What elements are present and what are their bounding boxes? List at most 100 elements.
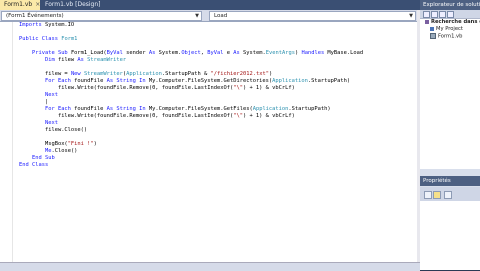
solution-tree: Recherche dans d My Project Form1.vb [420,19,480,169]
code-token: .StartupPath & [161,71,211,77]
code-token: e [223,50,234,56]
code-token: sender [122,50,149,56]
code-token: Next [19,120,58,126]
code-text[interactable]: Imports System.IO Public Class Form1 Pri… [19,22,363,169]
code-line[interactable]: filew.Write(foundFile.Remove(0, foundFil… [19,85,363,92]
code-token: End Class [19,162,49,168]
code-line[interactable] [19,43,363,50]
code-token: ) [93,141,97,147]
code-line[interactable]: Dim filew As StreamWriter [19,57,363,64]
code-token: filew [54,57,78,63]
editor-gutter [0,22,13,262]
properties-toolbar [420,187,480,201]
code-token: .StartupPath) [307,78,351,84]
code-navigation-bar: (Form1 Événements) ▼ Load ▼ [0,10,417,22]
alphabetical-icon[interactable] [433,191,441,199]
code-token: Object [181,50,201,56]
tree-item-label: Form1.vb [438,33,463,40]
properties-title: Propriétés [420,176,480,186]
code-line[interactable]: filew = New StreamWriter(Application.Sta… [19,71,363,78]
code-line[interactable]: Public Class Form1 [19,36,363,43]
chevron-down-icon: ▼ [409,13,413,19]
property-pages-icon[interactable] [444,191,452,199]
show-all-files-icon[interactable] [431,11,438,18]
code-token: "\" [233,85,243,91]
categorized-icon[interactable] [424,191,432,199]
code-token: .StartupPath) [288,106,331,112]
code-token: StreamWriter [83,71,123,77]
code-token: ) + 1) & vbCrLf) [242,85,295,91]
tab-label: Form1.vb [4,1,33,8]
code-token: foundFile [70,106,107,112]
code-token: filew = [19,71,71,77]
code-line[interactable]: filew.Write(foundFile.Remove(0, foundFil… [19,113,363,120]
code-line[interactable]: Me.Close() [19,148,363,155]
code-token: End Sub [19,155,55,161]
code-token: | [19,99,49,105]
code-line[interactable]: Next [19,120,363,127]
view-code-icon[interactable] [447,11,454,18]
code-token: .Close() [51,148,78,154]
code-token: Form1_Load( [70,50,107,56]
method-dropdown[interactable]: Load ▼ [209,11,416,21]
code-token: ) + 1) & vbCrLf) [242,113,295,119]
code-token: Dim [19,57,55,63]
code-line[interactable]: Imports System.IO [19,22,363,29]
solution-tree-item[interactable]: My Project [420,26,480,33]
code-line[interactable]: For Each foundFile As String In My.Compu… [19,106,363,113]
properties-icon[interactable] [423,11,430,18]
code-token: Public Class [19,36,62,42]
tab-form1-vb[interactable]: Form1.vb × [0,0,40,10]
code-line[interactable]: | [19,99,363,106]
code-token: Next [19,92,58,98]
code-line[interactable] [19,29,363,36]
code-token: Me [19,148,52,154]
solution-explorer-toolbar [420,10,480,19]
code-token: As String In [106,78,146,84]
code-token: filew.Write(foundFile.Remove(0, foundFil… [19,85,234,91]
code-line[interactable]: End Class [19,162,363,169]
close-tab-icon[interactable]: × [35,1,40,8]
code-token: My.Computer.FileSystem.GetDirectories( [145,78,273,84]
code-line[interactable] [19,134,363,141]
code-line[interactable]: Next [19,92,363,99]
tree-item-label: Recherche dans d [431,19,480,25]
code-token: New [70,71,81,77]
code-token: System. [239,50,266,56]
properties-grid [420,201,480,270]
code-token: MsgBox( [19,141,68,147]
tab-form1-design[interactable]: Form1.vb [Design] [41,0,101,10]
code-token: "/fichier2012.txt" [210,71,269,77]
code-token: EventArgs [265,50,295,56]
code-token: Handles [301,50,325,56]
solution-tree-item[interactable]: Form1.vb [420,33,480,40]
code-token: filew.Close() [19,127,88,133]
code-editor[interactable]: Imports System.IO Public Class Form1 Pri… [0,22,417,262]
code-token: Form1 [61,36,78,42]
code-line[interactable]: For Each foundFile As String In My.Compu… [19,78,363,85]
code-token: ) [268,71,273,77]
document-tab-strip: Form1.vb × Form1.vb [Design] [0,0,420,10]
code-token: "\" [233,113,243,119]
code-token: My.Computer.FileSystem.GetFiles( [145,106,253,112]
code-line[interactable]: MsgBox("Fini !") [19,141,363,148]
code-line[interactable]: Private Sub Form1_Load(ByVal sender As S… [19,50,363,57]
code-token: As String In [106,106,146,112]
right-dock-panel: Explorateur de solutions Recherche dans … [420,0,480,270]
method-dropdown-value: Load [214,13,228,19]
code-line[interactable]: filew.Close() [19,127,363,134]
code-line[interactable] [19,64,363,71]
code-token: StreamWriter [87,57,127,63]
code-token: "Fini !" [67,141,94,147]
code-token: For Each [19,78,71,84]
class-dropdown[interactable]: (Form1 Événements) ▼ [1,11,202,21]
code-token: Application [126,71,162,77]
solution-tree-item[interactable]: Recherche dans d [420,19,480,26]
code-token: System.IO [41,22,75,28]
code-token: ByVal [207,50,224,56]
code-token: Private Sub [19,50,71,56]
code-token: Application [272,78,308,84]
refresh-icon[interactable] [439,11,446,18]
code-line[interactable]: End Sub [19,155,363,162]
code-token: filew.Write(foundFile.Remove(0, foundFil… [19,113,234,119]
